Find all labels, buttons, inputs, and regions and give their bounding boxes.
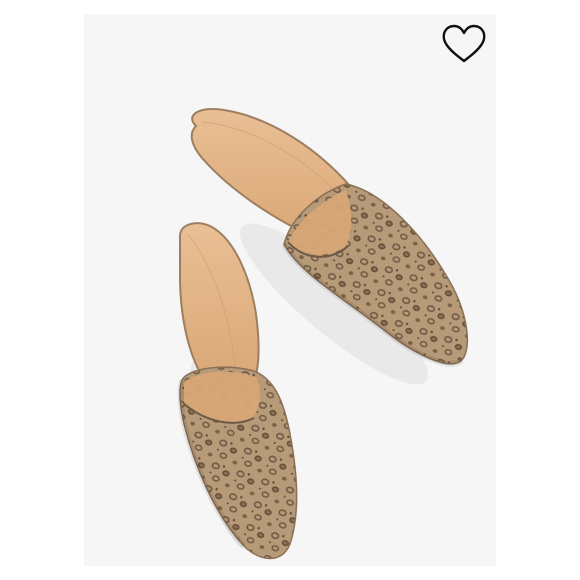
- product-page: [0, 0, 580, 580]
- heart-outline-icon: [442, 24, 486, 63]
- favorite-button[interactable]: [440, 22, 488, 66]
- product-image[interactable]: [84, 14, 496, 566]
- mules-illustration: [177, 108, 469, 560]
